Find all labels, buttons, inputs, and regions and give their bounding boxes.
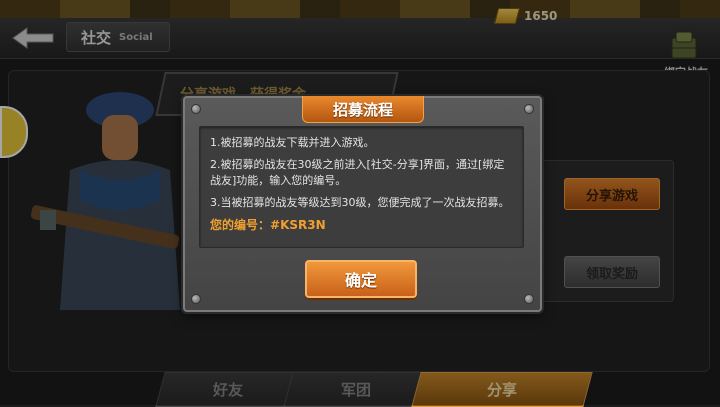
- step-3: 3.当被招募的战友等级达到30级，您便完成了一次战友招募。: [210, 196, 510, 209]
- confirm-button[interactable]: 确定: [305, 260, 417, 298]
- recruit-code-line: 您的编号：#KSR3N: [210, 217, 513, 233]
- rivet-icon: [524, 294, 534, 304]
- rivet-icon: [191, 104, 201, 114]
- recruit-code-label: 您的编号：: [210, 218, 271, 232]
- step-1: 1.被招募的战友下载并进入游戏。: [210, 136, 375, 149]
- step-2: 2.被招募的战友在30级之前进入[社交-分享]界面，通过[绑定战友]功能，输入您…: [210, 158, 505, 187]
- recruit-code-value: #KSR3N: [270, 218, 326, 232]
- recruit-dialog: 招募流程 1.被招募的战友下载并进入游戏。 2.被招募的战友在30级之前进入[社…: [183, 96, 542, 312]
- rivet-icon: [524, 104, 534, 114]
- dialog-title: 招募流程: [332, 100, 393, 119]
- dialog-body: 1.被招募的战友下载并进入游戏。 2.被招募的战友在30级之前进入[社交-分享]…: [199, 126, 524, 248]
- dialog-title-bar: 招募流程: [302, 96, 424, 123]
- rivet-icon: [191, 294, 201, 304]
